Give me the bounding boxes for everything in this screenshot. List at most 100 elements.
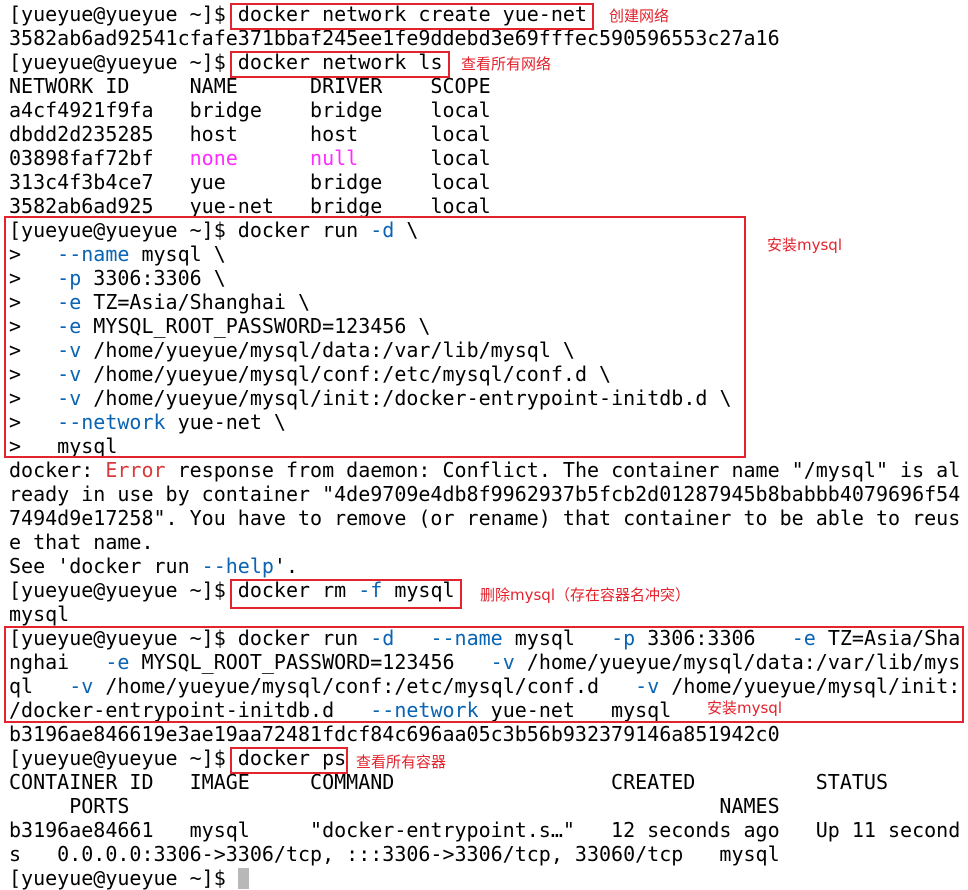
command-text: docker ps [237,746,347,770]
terminal-output[interactable]: [yueyue@yueyue ~]$ docker network create… [9,2,968,890]
error-line: docker: Error response from daemon: Conf… [9,458,968,482]
annotation-label: 安装mysql [707,699,782,717]
network-name: host [189,122,311,146]
run-line-text: [yueyue@yueyue ~]$ docker run [9,218,371,242]
command-text: /home/yueyue/mysql/conf:/etc/mysql/conf.… [93,674,636,698]
shell-prompt: [yueyue@yueyue ~]$ [9,50,238,74]
network-table: a4cf4921f9fa bridge bridge local dbdd2d23… [9,98,968,218]
command-text: docker network create yue-net [237,2,587,26]
command-flag: --name [430,626,503,650]
network-table-header: NETWORK ID NAME DRIVER SCOPE [9,74,491,98]
error-text: See 'docker run [9,554,202,578]
command-text: MYSQL_ROOT_PASSWORD=123456 [129,650,491,674]
command-flag: -v [57,338,82,362]
network-create-output: 3582ab6ad92541cfafe371bbaf245ee1fe9ddebd… [9,26,780,50]
error-line: ready in use by container "4de9709e4db8f… [9,482,961,506]
run-line-text: > [9,290,58,314]
command-text: mysql [382,578,455,602]
run-line-text: > [9,266,58,290]
command-text: /docker-entrypoint-initdb.d [9,698,371,722]
run-line-text: > [9,386,58,410]
command-text: yue-net mysql [478,698,672,722]
annotation-label: 查看所有容器 [356,753,447,771]
network-row: 03898faf72bf none null local [9,146,968,170]
command-flag: -f [358,578,383,602]
network-name: none [189,146,311,170]
network-name: yue-net [189,194,311,218]
command-text: docker rm [237,578,359,602]
run-line-text: TZ=Asia/Shanghai \ [81,290,311,314]
network-id: 313c4f3b4ce7 [9,170,190,194]
shell-prompt: [yueyue@yueyue ~]$ [9,866,238,890]
run-line: > -v /home/yueyue/mysql/data:/var/lib/my… [9,338,968,362]
error-line: See 'docker run --help'. [9,554,968,578]
ps-header: CONTAINER ID IMAGE COMMAND CREATED STATU… [9,770,888,794]
error-line: 7494d9e17258". You have to remove (or re… [9,506,961,530]
network-driver: bridge [310,170,431,194]
command-flag: --network [57,410,166,434]
network-scope: local [430,194,491,218]
network-name: yue [189,170,311,194]
shell-prompt: [yueyue@yueyue ~]$ [9,2,238,26]
error-keyword: Error [105,458,166,482]
error-line: e that name. [9,530,154,554]
run-line: > -e MYSQL_ROOT_PASSWORD=123456 \ [9,314,968,338]
help-flag: --help [201,554,274,578]
network-driver: host [310,122,431,146]
command-text: docker network ls [237,50,443,74]
network-driver: bridge [310,194,431,218]
run-line-text: > [9,242,58,266]
container-id-output: b3196ae846619e3ae19aa72481fdcf84c696aa05… [9,722,780,746]
run2-line: /docker-entrypoint-initdb.d --network yu… [9,698,968,722]
network-scope: local [430,98,491,122]
command-flag: -p [611,626,636,650]
command-flag: -p [57,266,82,290]
run-line-text: > [9,338,58,362]
command-flag: -v [635,674,660,698]
network-row: 3582ab6ad925 yue-net bridge local [9,194,968,218]
annotation-label: 查看所有网络 [461,55,552,73]
annotation-label: 安装mysql [767,236,842,254]
network-id: dbdd2d235285 [9,122,190,146]
command-flag: -d [370,218,395,242]
annotation-label: 删除mysql（存在容器名冲突） [480,586,690,604]
command-flag: -v [57,386,82,410]
run-line-text: /home/yueyue/mysql/data:/var/lib/mysql \ [81,338,575,362]
shell-prompt: [yueyue@yueyue ~]$ [9,578,238,602]
command-flag: -e [57,314,82,338]
command-text: TZ=Asia/Sha [815,626,961,650]
rm-output: mysql [9,602,70,626]
run2-line: nghai -e MYSQL_ROOT_PASSWORD=123456 -v /… [9,650,968,674]
terminal-cursor [237,868,249,889]
command-text: /home/yueyue/mysql/data:/var/lib/mys [514,650,961,674]
command-text: nghai [9,650,106,674]
terminal-line: [yueyue@yueyue ~]$ docker network create… [9,2,968,26]
run2-line: [yueyue@yueyue ~]$ docker run -d --name … [9,626,968,650]
error-text: docker: [9,458,106,482]
ps-row: s 0.0.0.0:3306->3306/tcp, :::3306->3306/… [9,842,780,866]
command-text: [yueyue@yueyue ~]$ docker run [9,626,371,650]
run-line-text: > mysql [9,434,118,458]
error-text: '. [273,554,298,578]
run2-line: ql -v /home/yueyue/mysql/conf:/etc/mysql… [9,674,968,698]
run-line-text: > [9,314,58,338]
command-flag: -v [57,362,82,386]
command-text: 3306:3306 [635,626,792,650]
network-row: a4cf4921f9fa bridge bridge local [9,98,968,122]
command-text: /home/yueyue/mysql/init: [659,674,961,698]
ps-header: PORTS NAMES [9,794,780,818]
network-driver: null [310,146,431,170]
command-flag: -v [490,650,515,674]
command-text [394,626,430,650]
command-flag: -e [791,626,816,650]
command-flag: -e [105,650,130,674]
command-flag: -d [370,626,395,650]
error-text: response from daemon: Conflict. The cont… [165,458,961,482]
run-line-text: \ [394,218,419,242]
command-flag: --name [57,242,130,266]
run-line-text: MYSQL_ROOT_PASSWORD=123456 \ [81,314,431,338]
run-line-text: > [9,362,58,386]
terminal-line[interactable]: [yueyue@yueyue ~]$ [9,866,968,890]
run-line-text: > [9,410,58,434]
terminal-line: 3582ab6ad92541cfafe371bbaf245ee1fe9ddebd… [9,26,968,50]
